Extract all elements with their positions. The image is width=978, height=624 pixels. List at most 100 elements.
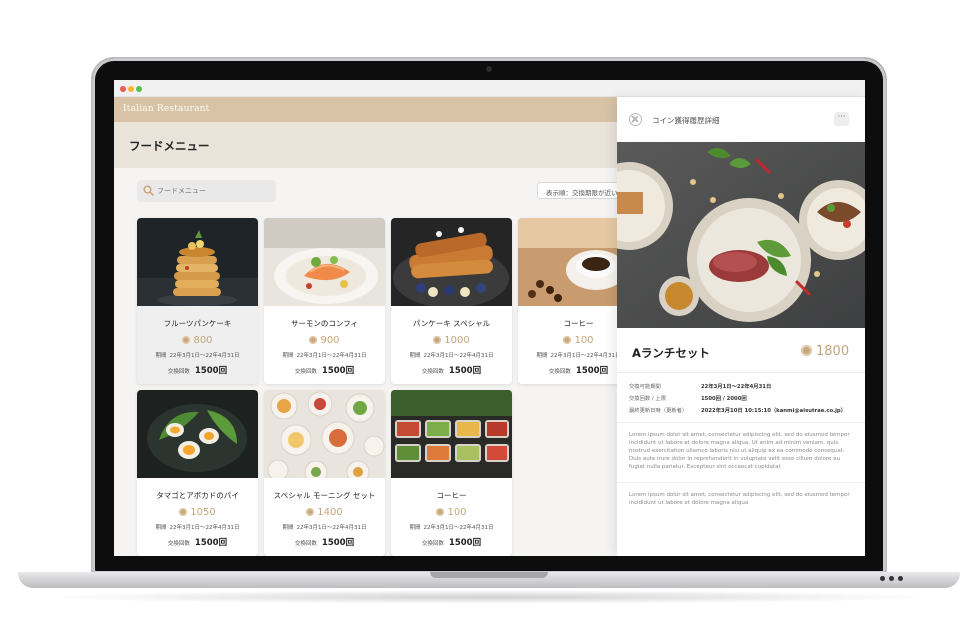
coin-icon	[179, 508, 188, 516]
menu-card-image	[137, 390, 258, 478]
camera-dot	[486, 66, 492, 72]
divider	[617, 372, 865, 373]
menu-card-image	[137, 218, 258, 306]
menu-card-price: 100	[391, 507, 512, 518]
menu-card-image	[391, 218, 512, 306]
more-icon[interactable]: ···	[834, 112, 849, 126]
search-icon	[143, 185, 154, 196]
period-label: 期間	[282, 353, 294, 359]
app-screen: Italian Restaurant フードメニュー 表示順：交換期限が近い	[114, 80, 865, 556]
menu-card-period: 期間 22年3月1日〜22年4月31日	[264, 523, 385, 531]
menu-card-name: フルーツパンケーキ	[163, 319, 232, 328]
coin-icon	[801, 345, 812, 356]
detail-price: 1800	[801, 344, 849, 359]
info-value: 2022年3月10日 10:15:10（kanmi@aisutrae.co.jp…	[701, 408, 847, 414]
period-value: 22年3月1日〜22年4月31日	[550, 353, 621, 359]
exchange-label: 交換回数	[421, 541, 444, 547]
coin-icon	[436, 508, 445, 516]
menu-card[interactable]: フルーツパンケーキ 800 期間 22年3月1日〜22年4月31日 交換回数 150…	[137, 218, 258, 384]
period-value: 22年3月1日〜22年4月31日	[423, 353, 494, 359]
info-key: 最終更新日時（更新者）	[629, 408, 688, 414]
divider	[617, 482, 865, 483]
minimize-window-button[interactable]	[128, 86, 134, 92]
menu-card-price: 800	[137, 335, 258, 346]
menu-card[interactable]: コーヒー 100 期間 22年3月1日〜22年4月31日 交換回数 1500回	[391, 390, 512, 556]
detail-image	[617, 142, 865, 328]
menu-card-exchange: 交換回数 1500回	[264, 536, 385, 548]
menu-card-name: スペシャル モーニング セット	[273, 491, 376, 500]
period-label: 期間	[409, 353, 421, 359]
exchange-value: 1500回	[321, 366, 355, 376]
info-key: 交換回数 / 上限	[629, 396, 666, 402]
menu-card-name: パンケーキ スペシャル	[412, 319, 491, 328]
coin-icon	[309, 336, 318, 344]
info-row: 交換回数 / 上限 1500回 / 2000回	[629, 394, 747, 402]
exchange-value: 1500回	[448, 366, 482, 376]
description-paragraph: Lorem ipsum dolor sit amet, consectetur …	[629, 432, 850, 470]
menu-card-period: 期間 22年3月1日〜22年4月31日	[391, 351, 512, 359]
menu-card-exchange: 交換回数 1500回	[137, 364, 258, 376]
coin-icon	[563, 336, 572, 344]
exchange-value: 1500回	[194, 538, 228, 548]
menu-card-coins: 1050	[190, 507, 216, 518]
exchange-label: 交換回数	[421, 369, 444, 375]
period-value: 22年3月1日〜22年4月31日	[169, 353, 240, 359]
menu-card-exchange: 交換回数 1500回	[391, 364, 512, 376]
menu-card[interactable]: スペシャル モーニング セット 1400 期間 22年3月1日〜22年4月31日 …	[264, 390, 385, 556]
menu-card-name: サーモンのコンフィ	[290, 319, 359, 328]
menu-card-price: 1000	[391, 335, 512, 346]
menu-card-image	[264, 218, 385, 306]
search-box[interactable]	[137, 180, 276, 202]
coin-icon	[306, 508, 315, 516]
period-value: 22年3月1日〜22年4月31日	[169, 525, 240, 531]
description-paragraph: Lorem ipsum dolor sit amet, consectetur …	[629, 492, 850, 506]
menu-card-price: 1050	[137, 507, 258, 518]
exchange-label: 交換回数	[167, 369, 190, 375]
exchange-label: 交換回数	[548, 369, 571, 375]
period-label: 期間	[282, 525, 294, 531]
divider	[617, 422, 865, 423]
window-titlebar	[114, 80, 865, 97]
exchange-value: 1500回	[321, 538, 355, 548]
menu-card-coins: 1400	[317, 507, 343, 518]
menu-card-price: 1400	[264, 507, 385, 518]
menu-card-price: 900	[264, 335, 385, 346]
menu-card-period: 期間 22年3月1日〜22年4月31日	[264, 351, 385, 359]
period-label: 期間	[536, 353, 548, 359]
search-input[interactable]	[157, 183, 269, 199]
menu-card-period: 期間 22年3月1日〜22年4月31日	[391, 523, 512, 531]
period-value: 22年3月1日〜22年4月31日	[296, 353, 367, 359]
info-key: 交換可能期間	[629, 384, 661, 390]
period-value: 22年3月1日〜22年4月31日	[296, 525, 367, 531]
menu-card-coins: 100	[447, 507, 467, 518]
info-row: 交換可能期間 22年3月1日〜22年4月31日	[629, 382, 771, 390]
menu-card-period: 期間 22年3月1日〜22年4月31日	[137, 351, 258, 359]
info-value: 1500回 / 2000回	[701, 396, 747, 402]
period-label: 期間	[155, 525, 167, 531]
maximize-window-button[interactable]	[136, 86, 142, 92]
panel-header-title: コイン獲得履歴詳細	[652, 116, 720, 125]
menu-card-image	[264, 390, 385, 478]
menu-card-coins: 1000	[444, 335, 470, 346]
menu-card-name: コーヒー	[436, 491, 467, 500]
menu-card-coins: 800	[193, 335, 213, 346]
menu-card[interactable]: サーモンのコンフィ 900 期間 22年3月1日〜22年4月31日 交換回数 150…	[264, 218, 385, 384]
laptop-shadow	[40, 590, 940, 604]
close-window-button[interactable]	[120, 86, 126, 92]
brand-name: Italian Restaurant	[123, 104, 210, 114]
menu-card-exchange: 交換回数 1500回	[137, 536, 258, 548]
close-circle-icon[interactable]	[629, 113, 642, 126]
menu-card[interactable]: タマゴとアボカドのパイ 1050 期間 22年3月1日〜22年4月31日 交換回数…	[137, 390, 258, 556]
menu-card-period: 期間 22年3月1日〜22年4月31日	[137, 523, 258, 531]
detail-name: Aランチセット	[632, 346, 710, 360]
exchange-label: 交換回数	[167, 541, 190, 547]
menu-card-exchange: 交換回数 1500回	[391, 536, 512, 548]
coin-icon	[433, 336, 442, 344]
menu-card-exchange: 交換回数 1500回	[264, 364, 385, 376]
detail-panel: コイン獲得履歴詳細 ··· Aランチセット 1800 交換可能期間 22年3月1…	[617, 97, 865, 556]
period-label: 期間	[155, 353, 167, 359]
period-value: 22年3月1日〜22年4月31日	[423, 525, 494, 531]
menu-card-image	[391, 390, 512, 478]
coin-icon	[182, 336, 191, 344]
menu-card[interactable]: パンケーキ スペシャル 1000 期間 22年3月1日〜22年4月31日 交換回数…	[391, 218, 512, 384]
